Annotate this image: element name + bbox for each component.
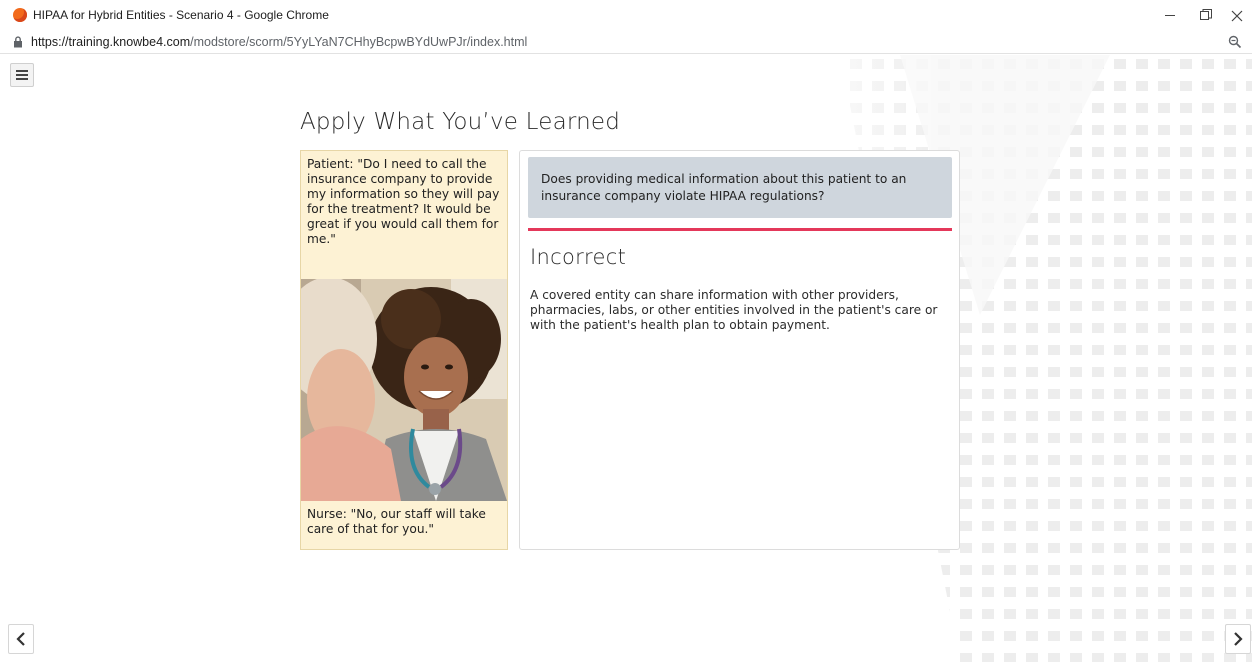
address-bar[interactable]: https://training.knowbe4.com/modstore/sc… bbox=[0, 31, 1252, 54]
restore-button[interactable] bbox=[1191, 4, 1221, 26]
hamburger-menu-icon bbox=[16, 70, 28, 72]
next-button[interactable] bbox=[1225, 624, 1251, 654]
url-host: https://training.knowbe4.com bbox=[31, 35, 191, 49]
chevron-left-icon bbox=[16, 632, 25, 646]
url-path: /modstore/scorm/5YyLYaN7CHhyBcpwBYdUwPJr… bbox=[190, 35, 528, 49]
course-page: Apply What You’ve Learned Patient: "Do I… bbox=[0, 55, 1252, 662]
site-favicon-icon bbox=[13, 8, 27, 22]
scenario-story-card: Patient: "Do I need to call the insuranc… bbox=[300, 150, 508, 550]
close-icon bbox=[1231, 10, 1243, 21]
result-title: Incorrect bbox=[530, 245, 627, 269]
lock-icon bbox=[14, 36, 22, 48]
minimize-icon bbox=[1165, 14, 1175, 16]
previous-button[interactable] bbox=[8, 624, 34, 654]
nurse-patient-photo bbox=[301, 279, 507, 501]
page-title: Apply What You’ve Learned bbox=[300, 109, 621, 135]
url-text[interactable]: https://training.knowbe4.com/modstore/sc… bbox=[31, 35, 527, 49]
window-title: HIPAA for Hybrid Entities - Scenario 4 -… bbox=[33, 8, 329, 22]
menu-button[interactable] bbox=[10, 63, 34, 87]
minimize-button[interactable] bbox=[1155, 4, 1185, 26]
question-box: Does providing medical information about… bbox=[528, 157, 952, 218]
patient-quote: Patient: "Do I need to call the insuranc… bbox=[307, 157, 500, 246]
result-divider bbox=[528, 228, 952, 231]
restore-icon bbox=[1200, 9, 1212, 20]
nurse-quote: Nurse: "No, our staff will take care of … bbox=[307, 507, 486, 536]
question-text: Does providing medical information about… bbox=[541, 172, 907, 203]
zoom-icon[interactable] bbox=[1228, 35, 1242, 49]
browser-title-bar: HIPAA for Hybrid Entities - Scenario 4 -… bbox=[0, 0, 1252, 31]
chevron-right-icon bbox=[1234, 632, 1243, 646]
close-button[interactable] bbox=[1222, 4, 1252, 26]
feedback-text: A covered entity can share information w… bbox=[530, 288, 938, 332]
question-feedback-card: Does providing medical information about… bbox=[519, 150, 960, 550]
